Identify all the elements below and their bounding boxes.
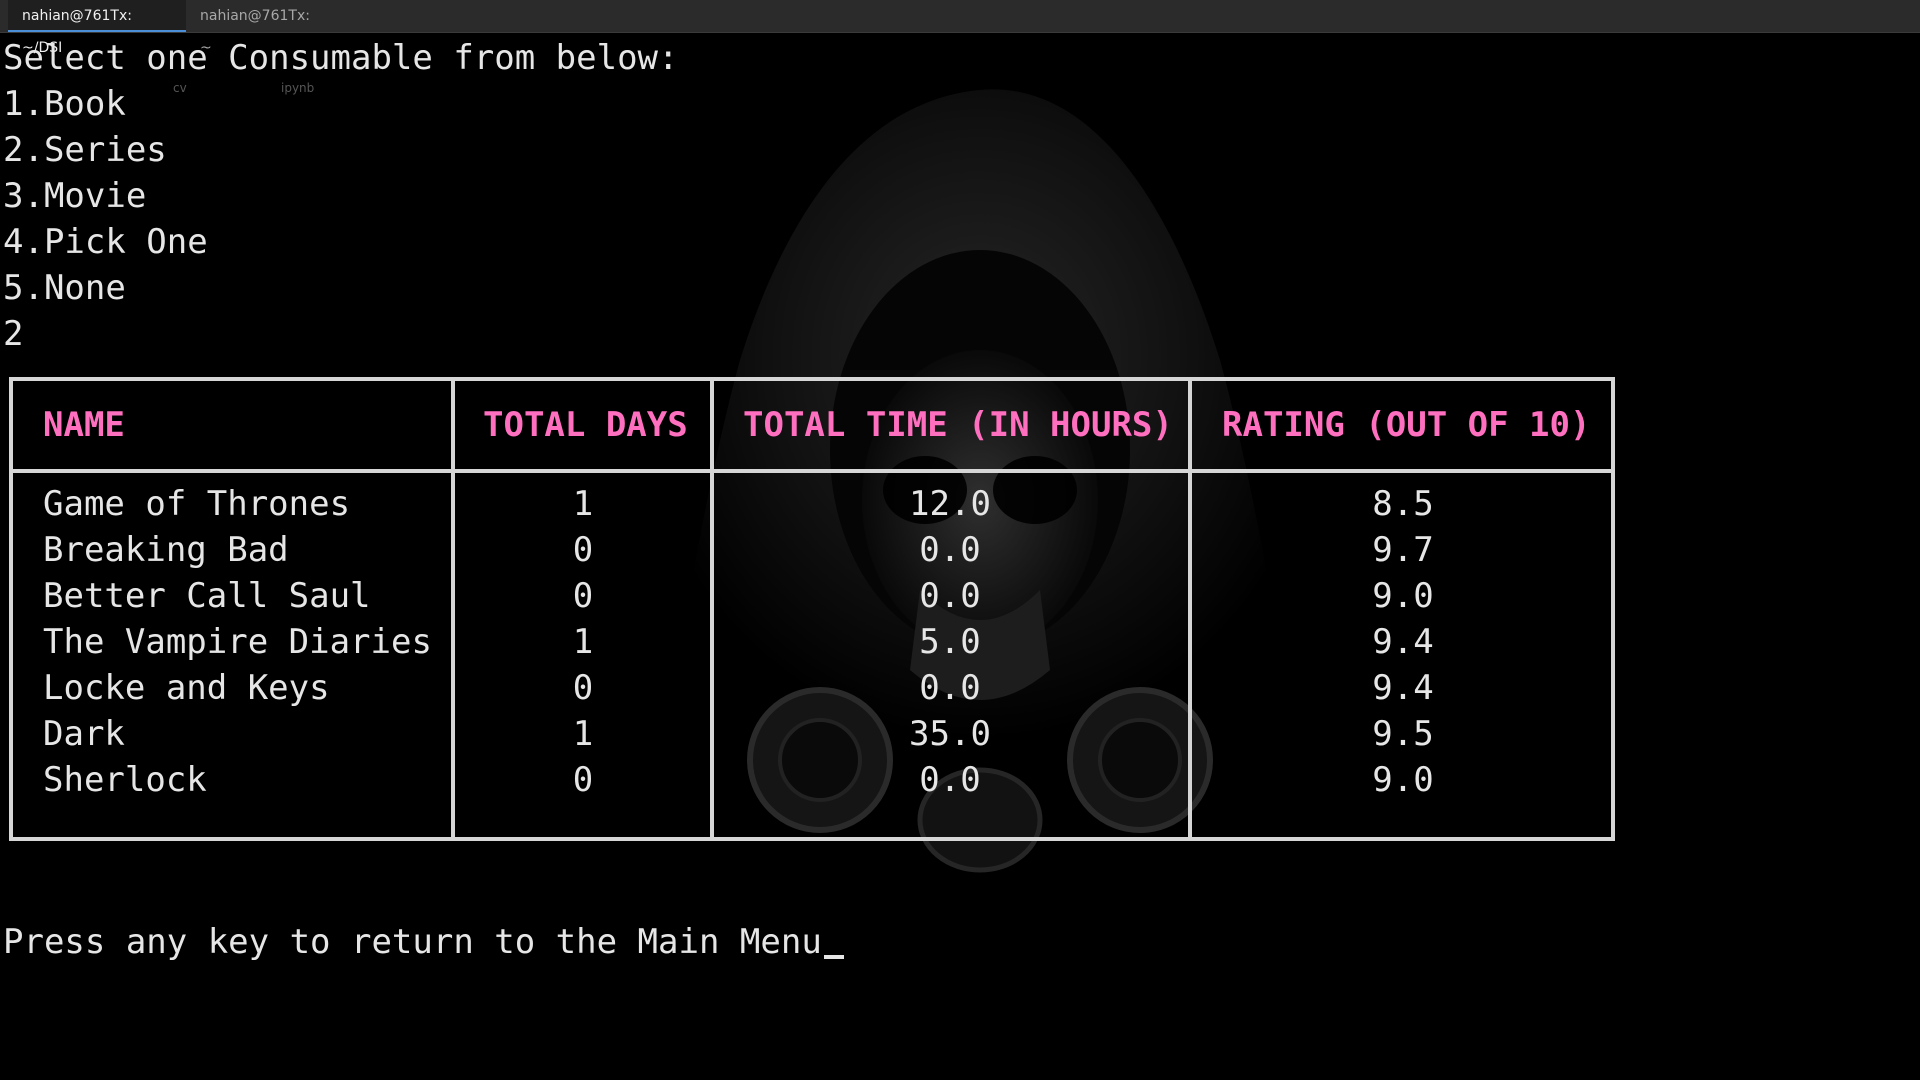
ghost-label-cv: cv <box>173 81 187 95</box>
option-none: 5.None <box>3 268 126 308</box>
cell-days: 0 <box>572 530 594 570</box>
column-separator <box>710 381 714 837</box>
column-rating: 8.5 9.7 9.0 9.4 9.4 9.5 9.0 <box>1193 481 1613 803</box>
option-movie: 3.Movie <box>3 176 147 216</box>
consumables-table: NAME TOTAL DAYS TOTAL TIME (IN HOURS) RA… <box>9 377 1615 841</box>
header-separator <box>13 469 1611 473</box>
cell-hours: 0.0 <box>919 668 981 708</box>
cell-name: Breaking Bad <box>43 530 289 570</box>
footer-line: Press any key to return to the Main Menu <box>3 919 844 965</box>
option-book: 1.Book <box>3 84 126 124</box>
cell-days: 1 <box>572 714 594 754</box>
cell-name: Better Call Saul <box>43 576 371 616</box>
cell-hours: 0.0 <box>919 576 981 616</box>
prompt-line: Select one Consumable from below: <box>3 38 679 78</box>
header-total-days: TOTAL DAYS <box>483 405 688 445</box>
cell-rating: 9.0 <box>1372 760 1434 800</box>
cell-rating: 9.5 <box>1372 714 1434 754</box>
column-separator <box>451 381 455 837</box>
cell-hours: 0.0 <box>919 530 981 570</box>
text-cursor <box>823 955 844 959</box>
cell-rating: 9.7 <box>1372 530 1434 570</box>
column-total-days: 1 0 0 1 0 1 0 <box>463 481 703 803</box>
column-name: Game of Thrones Breaking Bad Better Call… <box>43 481 443 803</box>
option-pick-one: 4.Pick One <box>3 222 208 262</box>
cell-name: Game of Thrones <box>43 484 351 524</box>
cell-hours: 0.0 <box>919 760 981 800</box>
header-total-time: TOTAL TIME (IN HOURS) <box>743 405 1173 445</box>
cell-days: 0 <box>572 760 594 800</box>
header-rating: RATING (OUT OF 10) <box>1222 405 1591 445</box>
cell-name: Sherlock <box>43 760 207 800</box>
cell-hours: 12.0 <box>909 484 991 524</box>
cell-days: 1 <box>572 484 594 524</box>
cell-hours: 5.0 <box>919 622 981 662</box>
cell-name: Locke and Keys <box>43 668 330 708</box>
footer-message: Press any key to return to the Main Menu <box>3 922 822 962</box>
cell-days: 0 <box>572 668 594 708</box>
cell-rating: 9.0 <box>1372 576 1434 616</box>
cell-rating: 9.4 <box>1372 622 1434 662</box>
header-name: NAME <box>43 405 125 445</box>
cell-days: 1 <box>572 622 594 662</box>
cell-hours: 35.0 <box>909 714 991 754</box>
cell-days: 0 <box>572 576 594 616</box>
cell-name: Dark <box>43 714 125 754</box>
option-series: 2.Series <box>3 130 167 170</box>
terminal-tab-bar: nahian@761Tx: ~/DSI nahian@761Tx: ~ <box>0 0 1920 56</box>
cell-rating: 9.4 <box>1372 668 1434 708</box>
cell-rating: 8.5 <box>1372 484 1434 524</box>
user-input: 2 <box>3 314 24 354</box>
cell-name: The Vampire Diaries <box>43 622 432 662</box>
tab-dsi[interactable]: nahian@761Tx: ~/DSI <box>8 0 186 56</box>
tab-home[interactable]: nahian@761Tx: ~ <box>188 0 333 56</box>
column-separator <box>1188 381 1192 837</box>
ghost-label-ipynb: ipynb <box>281 81 315 95</box>
column-total-time: 12.0 0.0 0.0 5.0 0.0 35.0 0.0 <box>715 481 1185 803</box>
